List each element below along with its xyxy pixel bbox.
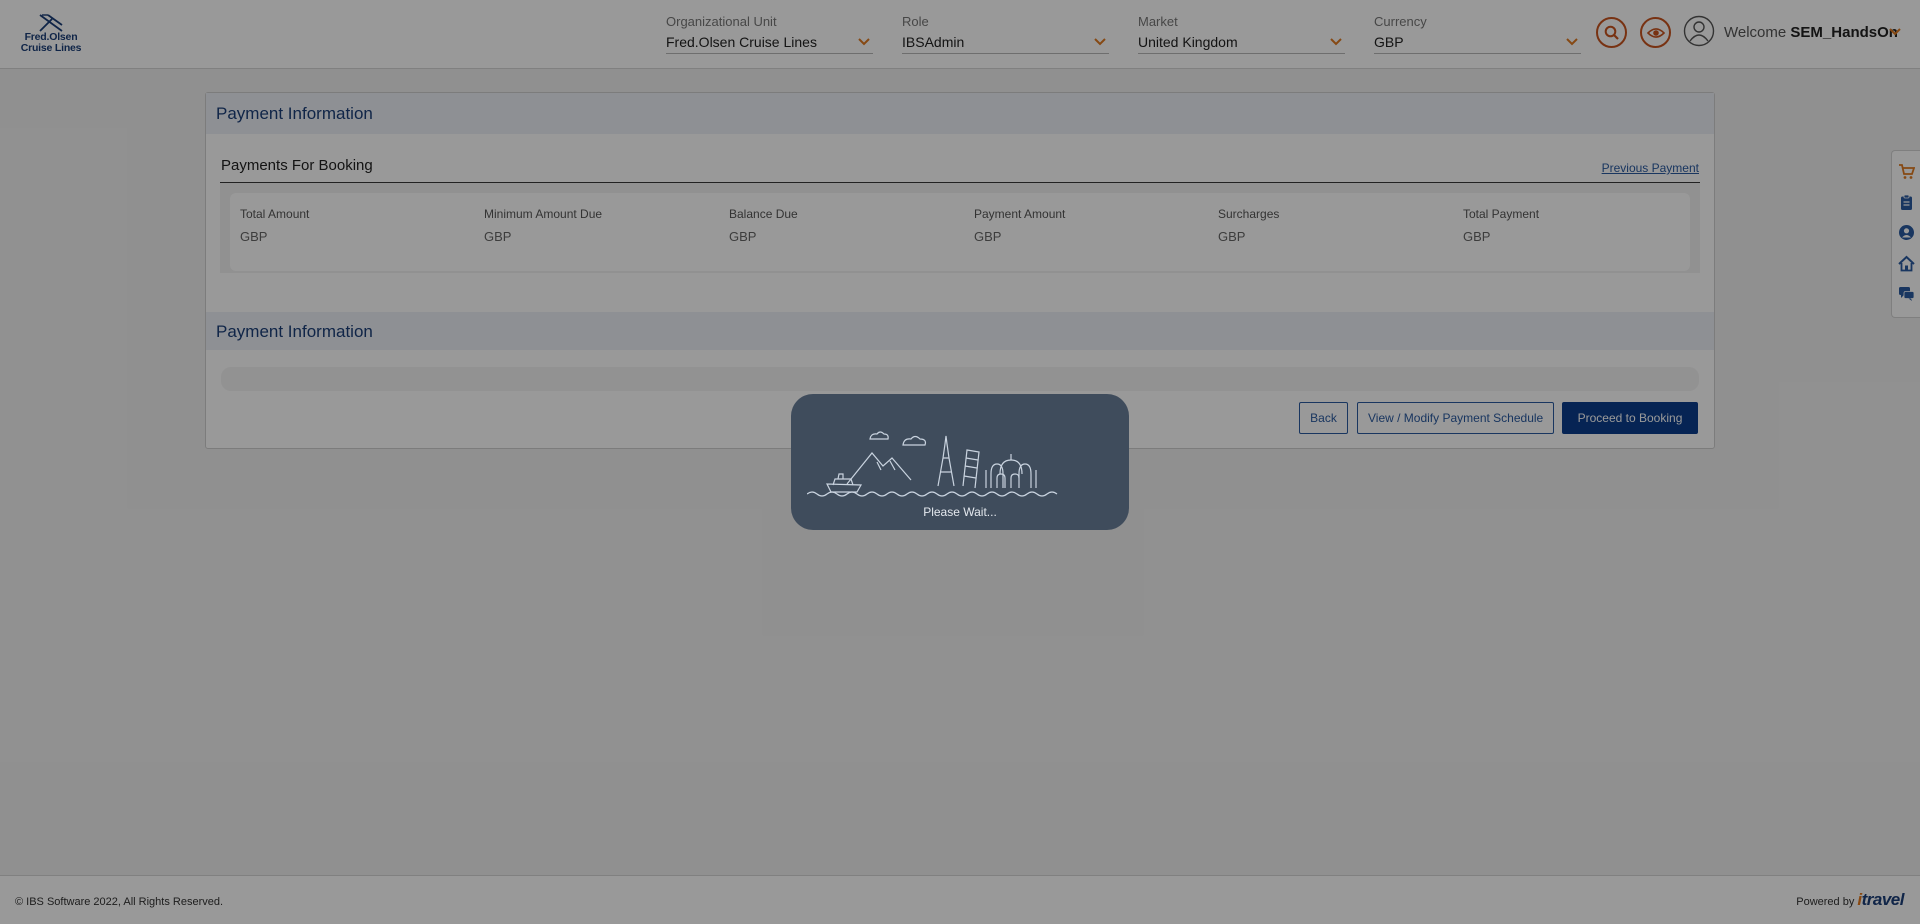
loading-dialog: Please Wait... [791, 394, 1129, 530]
travel-landmarks-illustration-icon [807, 431, 1058, 497]
loading-text: Please Wait... [923, 505, 997, 519]
loading-overlay: Please Wait... [0, 0, 1920, 924]
